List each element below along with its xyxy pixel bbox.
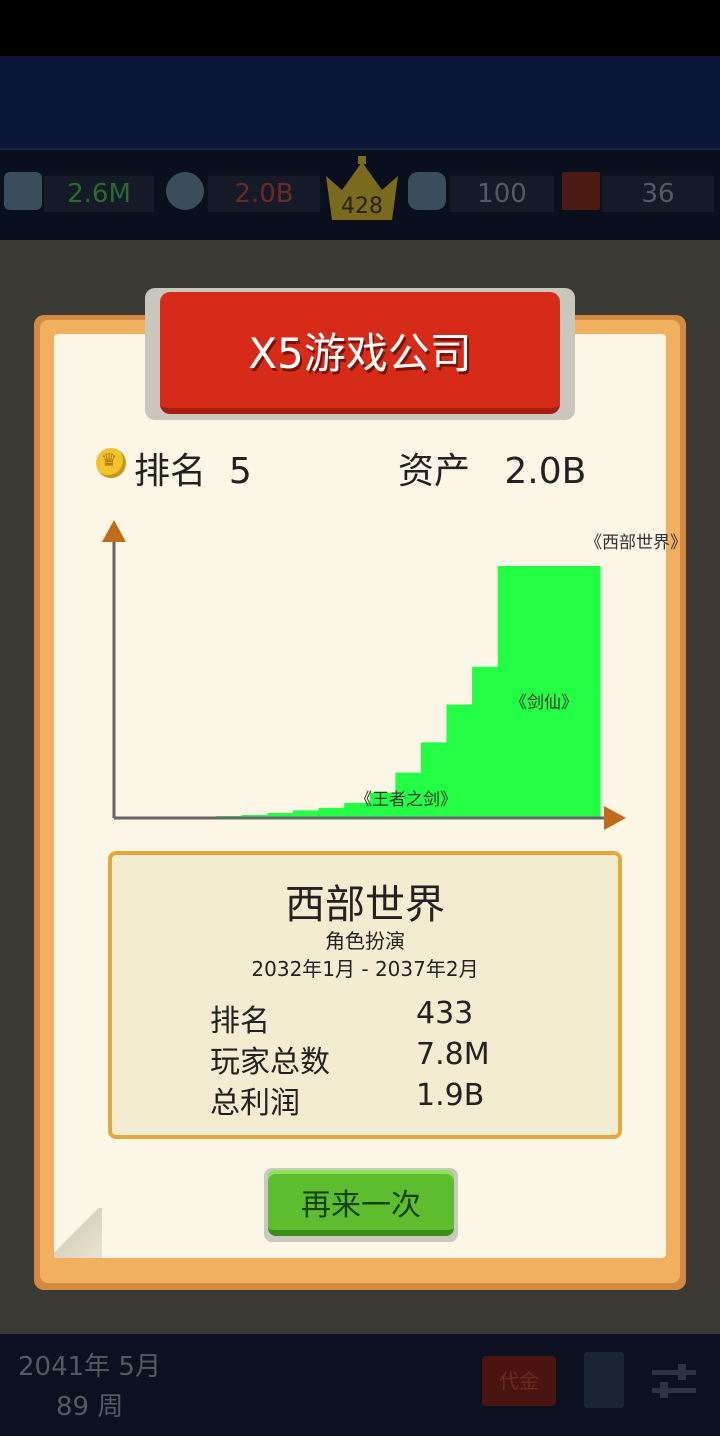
money-bag-icon xyxy=(166,172,204,210)
assets-line: 资产 2.0B xyxy=(398,442,586,494)
paper-curl xyxy=(54,1208,102,1258)
game-genre: 角色扮演 xyxy=(325,929,405,953)
chart-annotation: 《剑仙》 xyxy=(510,693,578,713)
game-name: 西部世界 xyxy=(285,882,445,928)
book-icon[interactable] xyxy=(584,1352,624,1408)
chart-area-step xyxy=(497,566,524,818)
x-axis-arrow xyxy=(604,806,626,830)
info-row-label: 玩家总数 xyxy=(210,1045,330,1080)
chart-annotation: 《王者之剑》 xyxy=(355,790,457,810)
money-value: 2.0B xyxy=(234,179,294,209)
chart-annotation: 《西部世界》 xyxy=(585,533,687,553)
game-period: 2032年1月 - 2037年2月 xyxy=(251,957,479,981)
chart-area-step xyxy=(548,566,575,818)
date-label: 2041年 5月 xyxy=(18,1352,161,1382)
info-row-label: 排名 xyxy=(210,1004,270,1039)
bottom-bar: 2041年 5月 89 周 代金 xyxy=(0,1334,720,1436)
info-row-value: 7.8M xyxy=(416,1037,490,1072)
chart-area-step xyxy=(472,666,499,818)
fans-box: 2.6M xyxy=(42,174,156,214)
staff-box: 100 xyxy=(448,174,556,214)
voucher-button[interactable]: 代金 xyxy=(482,1356,556,1406)
crown-rank-value: 428 xyxy=(341,194,383,219)
rank-label: 排名 xyxy=(134,451,207,492)
stats-bar: 2.6M 2.0B 428 100 36 xyxy=(0,148,720,242)
rank-crown-icon: ♛ xyxy=(96,448,126,478)
retry-button-label[interactable]: 再来一次 xyxy=(268,1180,454,1224)
assets-value: 2.0B xyxy=(504,451,587,492)
chart-area-step xyxy=(574,566,601,818)
status-bar xyxy=(0,0,720,56)
crown-icon[interactable]: 428 xyxy=(322,156,402,222)
slot-icon xyxy=(562,172,600,210)
info-row-value: 433 xyxy=(416,996,474,1031)
fans-icon xyxy=(4,172,42,210)
chart-area-step xyxy=(523,566,550,818)
title-bar xyxy=(0,56,720,148)
rank-value: 5 xyxy=(228,451,252,492)
slot-value: 36 xyxy=(641,179,675,209)
staff-icon xyxy=(408,172,446,210)
settings-sliders-icon[interactable] xyxy=(650,1360,698,1404)
money-box: 2.0B xyxy=(206,174,322,214)
chart-area-step xyxy=(318,807,345,818)
rank-line: 排名 5 xyxy=(134,442,252,494)
voucher-label: 代金 xyxy=(499,1369,539,1393)
info-row-value: 1.9B xyxy=(416,1078,485,1113)
slot-box: 36 xyxy=(600,174,716,214)
fans-value: 2.6M xyxy=(67,179,131,209)
assets-label: 资产 xyxy=(398,451,471,492)
week-label: 89 周 xyxy=(56,1392,124,1422)
y-axis-arrow xyxy=(102,520,126,542)
info-row-label: 总利润 xyxy=(210,1086,300,1121)
company-title: X5游戏公司 xyxy=(248,329,472,378)
staff-value: 100 xyxy=(477,179,527,209)
revenue-chart: 《王者之剑》 《剑仙》 《西部世界》 xyxy=(102,520,687,830)
